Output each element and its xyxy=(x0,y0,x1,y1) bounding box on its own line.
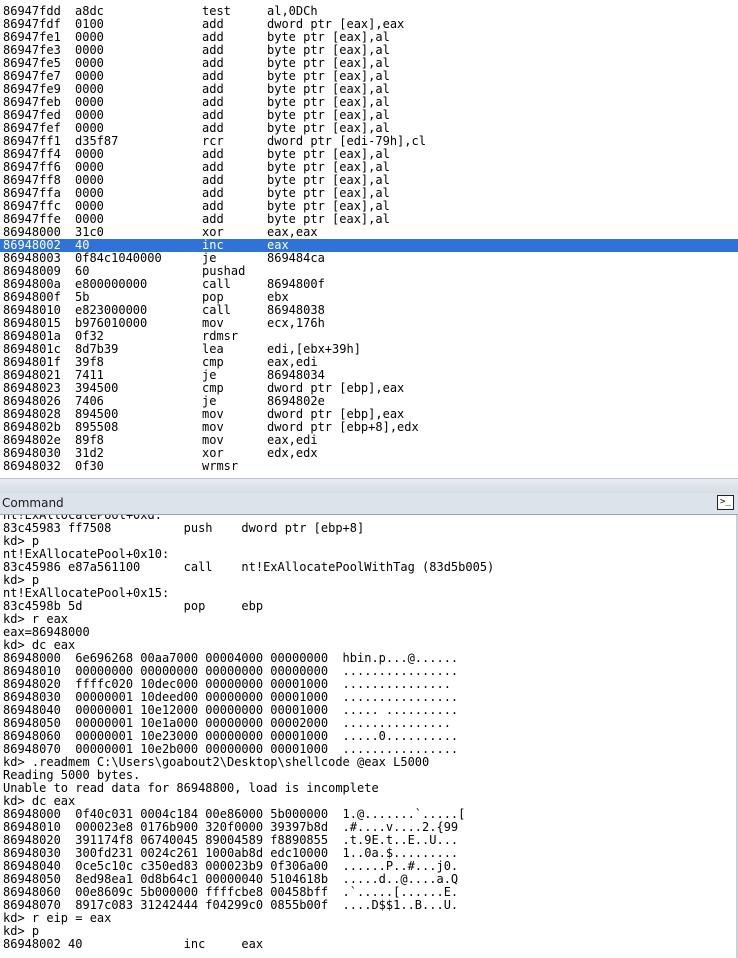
disasm-line[interactable]: 86948023 394500 cmp dword ptr [ebp],eax xyxy=(0,382,738,395)
disasm-line[interactable]: 8694801c 8d7b39 lea edi,[ebx+39h] xyxy=(0,343,738,356)
command-output-line: 83c4598b 5d pop ebp xyxy=(3,599,264,613)
disasm-bytes: 0f30 xyxy=(75,459,104,473)
disasm-line[interactable]: 86948030 31d2 xor edx,edx xyxy=(0,447,738,460)
command-output[interactable]: nt!ExAllocatePool+0xd: 83c45983 ff7508 pu… xyxy=(0,515,738,958)
command-output-line: eax=86948000 xyxy=(3,625,90,639)
disasm-line[interactable]: 8694802e 89f8 mov eax,edi xyxy=(0,434,738,447)
disasm-address: 86948032 xyxy=(3,459,61,473)
disasm-line[interactable]: 86948015 b976010000 mov ecx,176h xyxy=(0,317,738,330)
command-output-line: Unable to read data for 86948800, load i… xyxy=(3,781,379,795)
disasm-line[interactable]: 86947ffe 0000 add byte ptr [eax],al xyxy=(0,213,738,226)
disasm-operands: edx,edx xyxy=(267,446,318,460)
disasm-operands: 869484ca xyxy=(267,251,325,265)
command-window-title: Command xyxy=(2,496,64,510)
command-output-line: kd> r eax xyxy=(3,612,69,626)
disasm-operands: ecx,176h xyxy=(267,316,325,330)
disasm-line[interactable]: 86948032 0f30 wrmsr xyxy=(0,460,738,473)
disasm-line[interactable]: 8694801f 39f8 cmp eax,edi xyxy=(0,356,738,369)
disasm-line[interactable]: 8694800a e800000000 call 8694800f xyxy=(0,278,738,291)
command-output-line: 83c45983 ff7508 push dword ptr [ebp+8] xyxy=(3,521,365,535)
disasm-line[interactable]: 8694802b 895508 mov dword ptr [ebp+8],edx xyxy=(0,421,738,434)
command-output-line: 83c45986 e87a561100 call nt!ExAllocatePo… xyxy=(3,560,495,574)
command-output-line: kd> r eip = eax xyxy=(3,911,112,925)
pane-splitter[interactable] xyxy=(0,478,738,494)
command-window-titlebar: Command >_ xyxy=(0,493,738,515)
command-output-line: 86948002 40 inc eax xyxy=(3,937,264,951)
disassembly-pane[interactable]: 86947fdd a8dc test al,0DCh 86947fdf 0100 add dw… xyxy=(0,0,738,483)
console-icon[interactable]: >_ xyxy=(717,495,734,510)
disasm-mnemonic: wrmsr xyxy=(202,459,239,473)
disasm-line[interactable]: 86948000 31c0 xor eax,eax xyxy=(0,226,738,239)
disasm-line[interactable]: 86948003 0f84c1040000 je 869484ca xyxy=(0,252,738,265)
